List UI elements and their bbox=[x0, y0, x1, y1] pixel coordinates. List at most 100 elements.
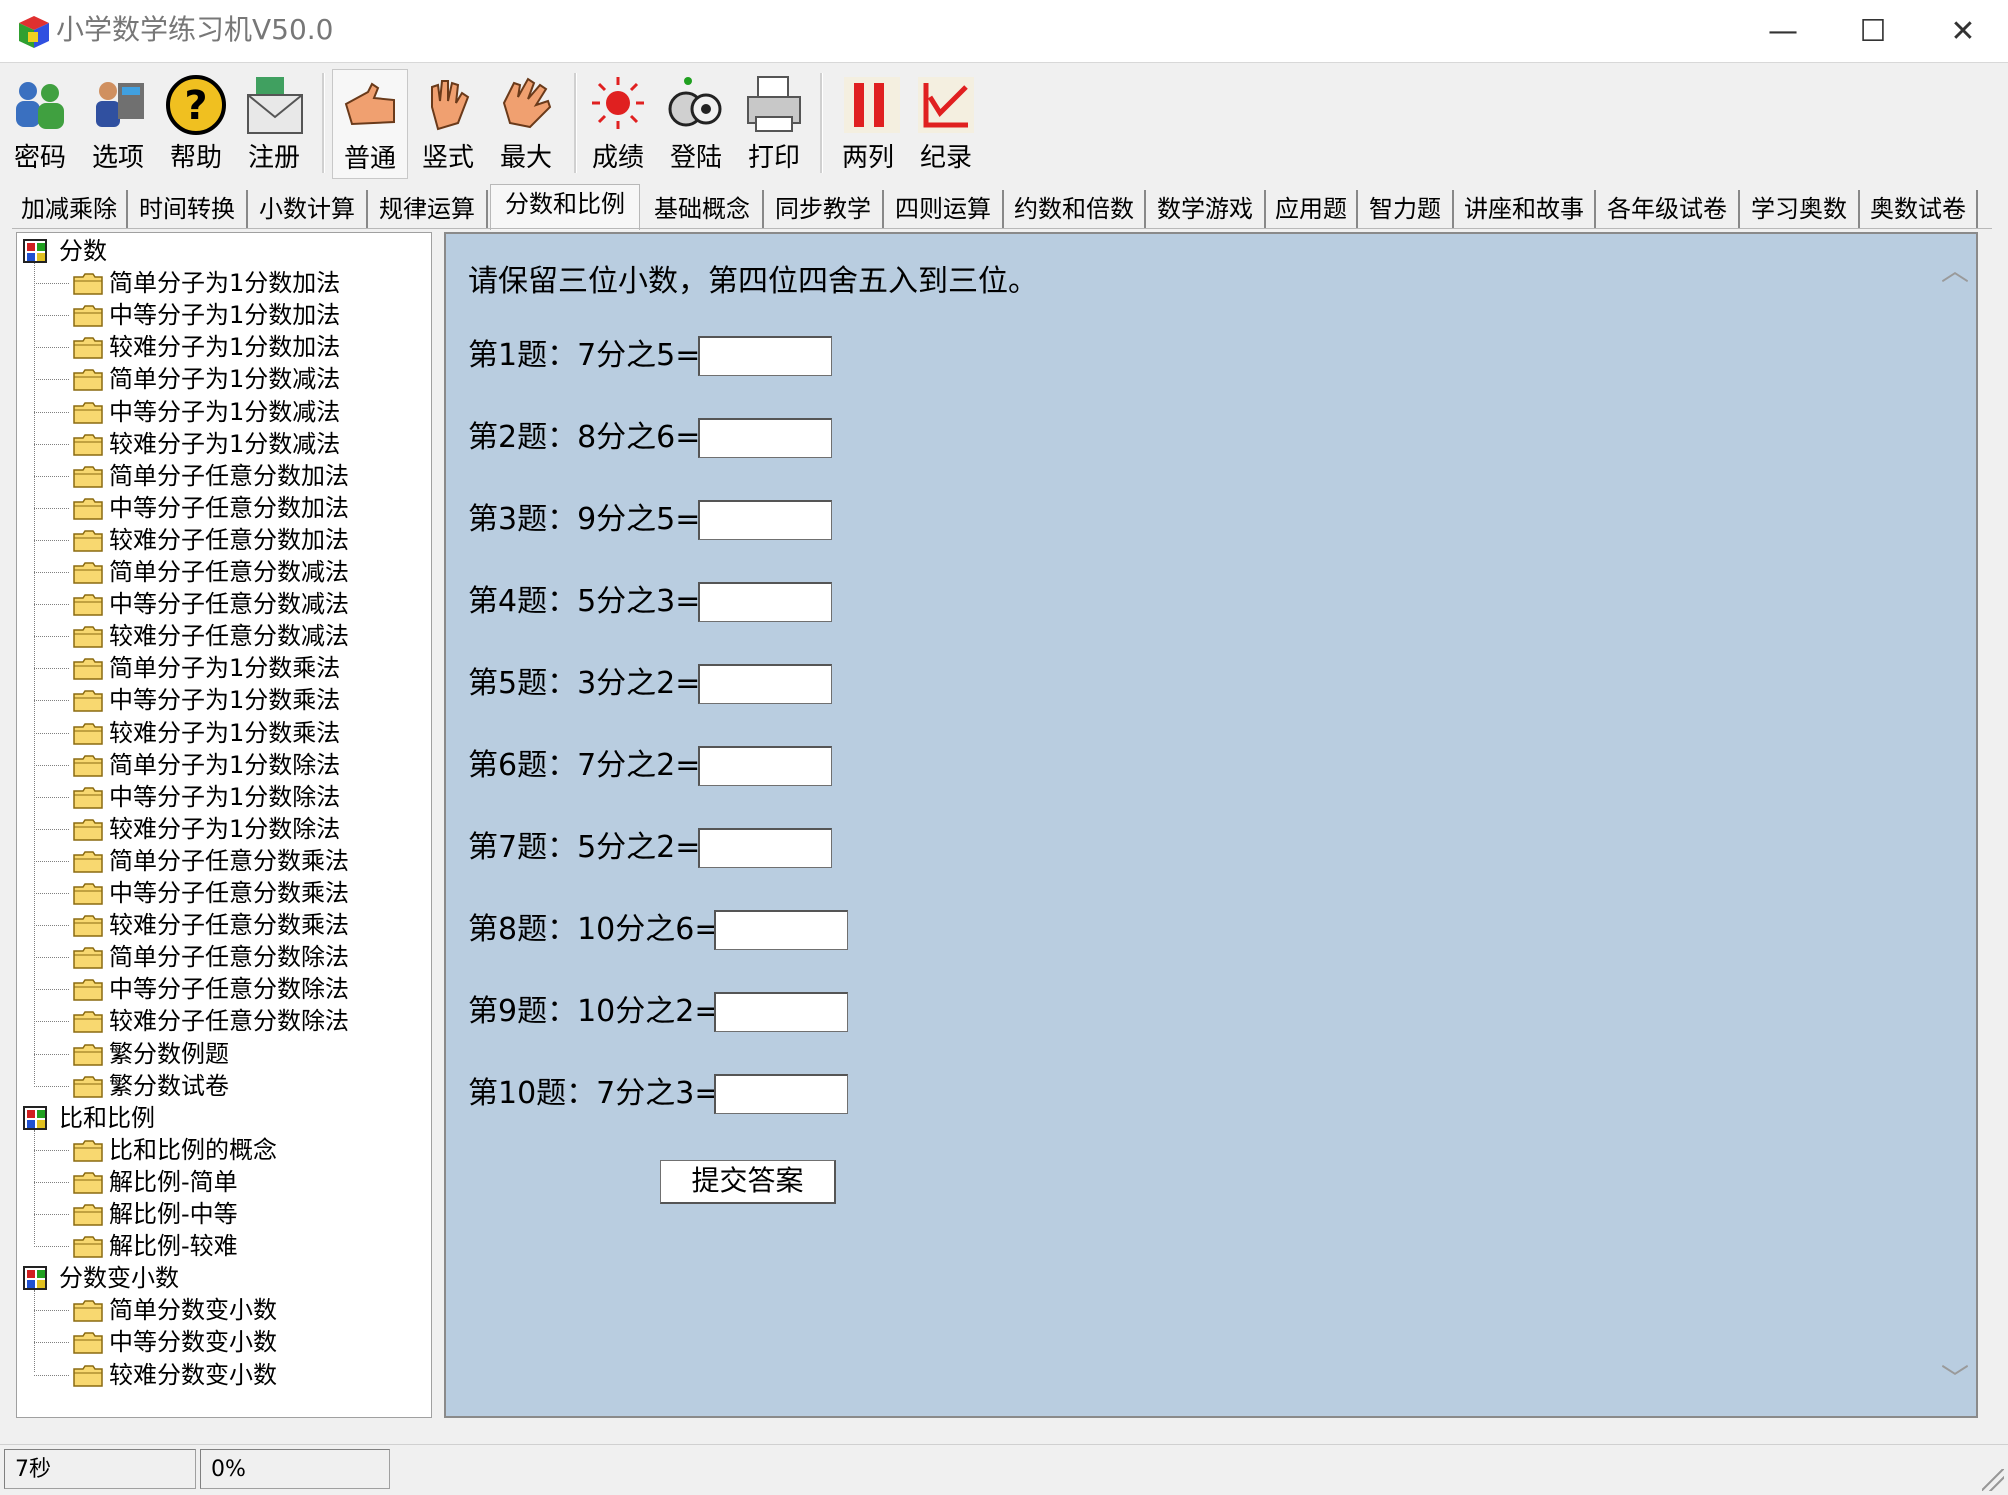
print-button[interactable]: 打印 bbox=[736, 69, 812, 179]
tab-puzzles[interactable]: 智力题 bbox=[1358, 190, 1454, 228]
folder-icon bbox=[73, 947, 103, 969]
tree-item[interactable]: 较难分数变小数 bbox=[73, 1359, 277, 1391]
max-mode-button[interactable]: 最大 bbox=[488, 69, 564, 179]
tree-root-label: 分数 bbox=[59, 237, 107, 265]
tree-item[interactable]: 较难分子为1分数乘法 bbox=[73, 717, 340, 749]
tab-decimal[interactable]: 小数计算 bbox=[248, 190, 368, 228]
score-button[interactable]: 成绩 bbox=[580, 69, 656, 179]
tree-item[interactable]: 中等分数变小数 bbox=[73, 1326, 277, 1358]
tab-learn-olympiad[interactable]: 学习奥数 bbox=[1740, 190, 1860, 228]
tab-lectures-stories[interactable]: 讲座和故事 bbox=[1454, 190, 1596, 228]
tree-item[interactable]: 中等分子为1分数除法 bbox=[73, 781, 340, 813]
tree-item[interactable]: 简单分数变小数 bbox=[73, 1294, 277, 1326]
question-label: 第2题：8分之6= bbox=[468, 420, 701, 455]
tab-pattern[interactable]: 规律运算 bbox=[368, 190, 488, 228]
tree-item[interactable]: 解比例-中等 bbox=[73, 1198, 238, 1230]
answer-input[interactable] bbox=[698, 746, 832, 786]
tree-item-label: 较难分子为1分数乘法 bbox=[109, 718, 341, 747]
tree-item[interactable]: 解比例-简单 bbox=[73, 1166, 238, 1198]
tree-item[interactable]: 较难分子任意分数除法 bbox=[73, 1005, 349, 1037]
tab-fraction-ratio[interactable]: 分数和比例 bbox=[490, 184, 640, 230]
tree-item[interactable]: 较难分子为1分数除法 bbox=[73, 813, 340, 845]
tab-basic-concepts[interactable]: 基础概念 bbox=[642, 190, 764, 228]
tree-item[interactable]: 较难分子任意分数乘法 bbox=[73, 909, 349, 941]
tab-olympiad-exams[interactable]: 奥数试卷 bbox=[1860, 190, 1978, 228]
tree-root-label: 分数变小数 bbox=[59, 1264, 179, 1293]
tree-item[interactable]: 较难分子为1分数减法 bbox=[73, 428, 340, 460]
tree-root[interactable]: 分数 bbox=[23, 235, 107, 267]
tree-item[interactable]: 中等分子为1分数减法 bbox=[73, 396, 340, 428]
question-label: 第10题：7分之3= bbox=[468, 1076, 720, 1111]
normal-mode-button[interactable]: 普通 bbox=[332, 69, 408, 179]
tree-item[interactable]: 简单分子任意分数加法 bbox=[73, 460, 349, 492]
folder-icon bbox=[73, 979, 103, 1002]
tree-item[interactable]: 较难分子任意分数加法 bbox=[73, 524, 349, 556]
answer-input[interactable] bbox=[698, 500, 832, 540]
tab-word-problems[interactable]: 应用题 bbox=[1266, 190, 1358, 228]
answer-input[interactable] bbox=[714, 1074, 848, 1114]
tree-item[interactable]: 中等分子为1分数乘法 bbox=[73, 684, 340, 716]
printer-icon bbox=[747, 76, 801, 132]
tree-item[interactable]: 简单分子任意分数除法 bbox=[73, 941, 349, 973]
submit-answers-button[interactable]: 提交答案 bbox=[660, 1160, 836, 1204]
tree-item[interactable]: 中等分子为1分数加法 bbox=[73, 299, 340, 331]
answer-input[interactable] bbox=[698, 582, 832, 622]
options-button[interactable]: 选项 bbox=[80, 69, 156, 179]
answer-input[interactable] bbox=[714, 910, 848, 950]
scroll-down-icon[interactable]: ﹀ bbox=[1938, 1362, 1972, 1396]
minimize-button[interactable]: — bbox=[1738, 0, 1828, 62]
scroll-up-icon[interactable]: ︿ bbox=[1938, 254, 1972, 288]
answer-input[interactable] bbox=[698, 664, 832, 704]
answer-input[interactable] bbox=[698, 336, 832, 376]
tree-item[interactable]: 较难分子为1分数加法 bbox=[73, 331, 340, 363]
tree-item[interactable]: 中等分子任意分数乘法 bbox=[73, 877, 349, 909]
tab-math-games[interactable]: 数学游戏 bbox=[1146, 190, 1266, 228]
tree-item[interactable]: 中等分子任意分数减法 bbox=[73, 588, 349, 620]
question-label: 第7题：5分之2= bbox=[468, 830, 701, 865]
tree-item[interactable]: 简单分子为1分数除法 bbox=[73, 749, 340, 781]
tree-item[interactable]: 解比例-较难 bbox=[73, 1230, 238, 1262]
resize-grip-icon[interactable] bbox=[1982, 1469, 2004, 1491]
folder-icon bbox=[73, 433, 103, 456]
login-button[interactable]: 登陆 bbox=[658, 69, 734, 179]
question-label: 第3题：9分之5= bbox=[468, 502, 701, 537]
tree-root[interactable]: 分数变小数 bbox=[23, 1262, 179, 1294]
instruction-text: 请保留三位小数，第四位四舍五入到三位。 bbox=[468, 264, 1038, 299]
tab-time-conversion[interactable]: 时间转换 bbox=[128, 190, 248, 228]
tree-item[interactable]: 繁分数试卷 bbox=[73, 1070, 229, 1102]
folder-icon bbox=[73, 626, 103, 648]
tree-item[interactable]: 较难分子任意分数减法 bbox=[73, 620, 349, 652]
tree-item[interactable]: 中等分子任意分数加法 bbox=[73, 492, 349, 524]
register-button[interactable]: 注册 bbox=[236, 69, 312, 179]
maximize-button[interactable]: ☐ bbox=[1828, 0, 1918, 62]
folder-icon bbox=[73, 594, 103, 616]
tab-arithmetic[interactable]: 加减乘除 bbox=[12, 190, 128, 228]
tree-root[interactable]: 比和比例 bbox=[23, 1102, 155, 1134]
password-button[interactable]: 密码 bbox=[2, 69, 78, 179]
tree-item[interactable]: 简单分子任意分数乘法 bbox=[73, 845, 349, 877]
tab-divisor-multiple[interactable]: 约数和倍数 bbox=[1004, 190, 1146, 228]
folder-icon bbox=[73, 1011, 103, 1034]
two-columns-button[interactable]: 两列 bbox=[830, 69, 906, 179]
tree-item[interactable]: 简单分子为1分数加法 bbox=[73, 267, 340, 299]
tree-item[interactable]: 简单分子为1分数减法 bbox=[73, 363, 340, 395]
close-button[interactable]: ✕ bbox=[1918, 0, 2008, 62]
tree-item[interactable]: 简单分子为1分数乘法 bbox=[73, 652, 340, 684]
category-grid-icon bbox=[23, 1105, 47, 1130]
answer-input[interactable] bbox=[698, 828, 832, 868]
answer-input[interactable] bbox=[714, 992, 848, 1032]
tree-item-label: 较难分数变小数 bbox=[109, 1360, 277, 1389]
tree-item-label: 较难分子任意分数乘法 bbox=[109, 911, 349, 940]
record-button[interactable]: 纪录 bbox=[908, 69, 984, 179]
vertical-mode-button[interactable]: 竖式 bbox=[410, 69, 486, 179]
tree-item[interactable]: 简单分子任意分数减法 bbox=[73, 556, 349, 588]
tab-grade-exams[interactable]: 各年级试卷 bbox=[1596, 190, 1740, 228]
tree-item[interactable]: 比和比例的概念 bbox=[73, 1134, 277, 1166]
tab-four-operations[interactable]: 四则运算 bbox=[884, 190, 1004, 228]
tree-item[interactable]: 中等分子任意分数除法 bbox=[73, 973, 349, 1005]
tab-sync-teaching[interactable]: 同步教学 bbox=[764, 190, 884, 228]
tree-item[interactable]: 繁分数例题 bbox=[73, 1038, 229, 1070]
help-button[interactable]: ? 帮助 bbox=[158, 69, 234, 179]
folder-icon bbox=[73, 915, 103, 937]
answer-input[interactable] bbox=[698, 418, 832, 458]
